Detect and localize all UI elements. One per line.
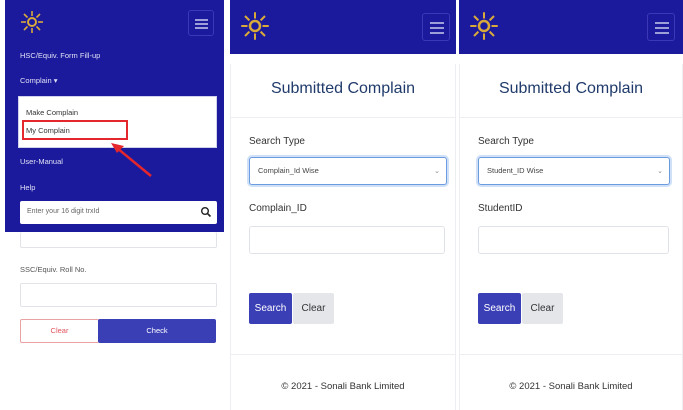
sonali-bank-logo-icon[interactable]: [240, 11, 270, 41]
hamburger-menu-icon: [430, 22, 444, 24]
search-type-value: Student_ID Wise: [487, 166, 544, 175]
complain-id-input[interactable]: [249, 226, 445, 254]
complain-id-label: Complain_ID: [249, 203, 307, 214]
hamburger-line: [430, 32, 444, 34]
nav-header: [230, 0, 456, 54]
nav-link-help[interactable]: Help: [20, 183, 35, 192]
page-title: Submitted Complain: [498, 80, 644, 97]
divider: [231, 117, 455, 118]
footer-copyright: © 2021 - Sonali Bank Limited: [509, 381, 633, 392]
hamburger-menu-button[interactable]: [188, 10, 214, 36]
submitted-complain-panel-complain-id: Submitted Complain Search Type Complain_…: [230, 0, 456, 410]
roll-no-input[interactable]: [20, 283, 217, 307]
hamburger-menu-icon: [195, 19, 208, 21]
student-id-label: StudentID: [478, 203, 523, 214]
nav-header: HSC/Equiv. Form Fill-up Complain ▾ Make …: [5, 0, 224, 232]
clear-button[interactable]: Clear: [293, 293, 334, 324]
dropdown-item-my-complain[interactable]: My Complain: [26, 126, 70, 135]
search-button[interactable]: Search: [249, 293, 292, 324]
footer-copyright: © 2021 - Sonali Bank Limited: [281, 381, 405, 392]
chevron-down-icon: ⌄: [657, 168, 663, 175]
hamburger-line: [195, 27, 208, 29]
hamburger-menu-button[interactable]: [422, 13, 450, 41]
hamburger-menu-button[interactable]: [647, 13, 675, 41]
divider: [460, 354, 682, 355]
nav-link-form-fillup[interactable]: HSC/Equiv. Form Fill-up: [20, 51, 100, 60]
dropdown-item-make-complain[interactable]: Make Complain: [26, 108, 78, 117]
submitted-complain-panel-student-id: Submitted Complain Search Type Student_I…: [459, 0, 683, 410]
form-field-partial[interactable]: [20, 232, 217, 248]
sonali-bank-logo-icon[interactable]: [469, 11, 499, 41]
hamburger-menu-icon: [655, 22, 669, 24]
nav-dropdown-complain[interactable]: Complain ▾: [20, 76, 58, 85]
check-button[interactable]: Check: [98, 319, 216, 343]
hamburger-line: [655, 27, 669, 29]
search-type-label: Search Type: [249, 136, 305, 147]
clear-button[interactable]: Clear: [522, 293, 563, 324]
screenshot-composite: HSC/Equiv. Form Fill-up Complain ▾ Make …: [0, 0, 683, 410]
hamburger-line: [655, 32, 669, 34]
complain-search-card: Submitted Complain Search Type Student_I…: [459, 64, 683, 410]
mobile-menu-panel: HSC/Equiv. Form Fill-up Complain ▾ Make …: [5, 0, 224, 410]
page-title: Submitted Complain: [270, 80, 416, 97]
search-type-value: Complain_Id Wise: [258, 166, 319, 175]
nav-link-user-manual[interactable]: User-Manual: [20, 157, 63, 166]
search-button[interactable]: Search: [478, 293, 521, 324]
divider: [460, 117, 682, 118]
clear-button[interactable]: Clear: [20, 319, 99, 343]
search-icon[interactable]: [200, 206, 212, 218]
search-type-select[interactable]: Complain_Id Wise ⌄: [249, 157, 447, 185]
hamburger-line: [430, 27, 444, 29]
chevron-down-icon: ⌄: [434, 168, 440, 175]
nav-header: [459, 0, 683, 54]
red-arrow-icon: [111, 143, 152, 177]
trxid-search-input[interactable]: Enter your 16 digit trxId: [27, 208, 99, 215]
complain-search-card: Submitted Complain Search Type Complain_…: [230, 64, 456, 410]
divider: [231, 354, 455, 355]
hamburger-line: [195, 23, 208, 25]
roll-no-label: SSC/Equiv. Roll No.: [20, 265, 87, 274]
student-id-input[interactable]: [478, 226, 669, 254]
search-type-label: Search Type: [478, 136, 534, 147]
sonali-bank-logo-icon[interactable]: [20, 10, 44, 34]
search-type-select[interactable]: Student_ID Wise ⌄: [478, 157, 670, 185]
trxid-search-box[interactable]: Enter your 16 digit trxId: [20, 201, 217, 224]
